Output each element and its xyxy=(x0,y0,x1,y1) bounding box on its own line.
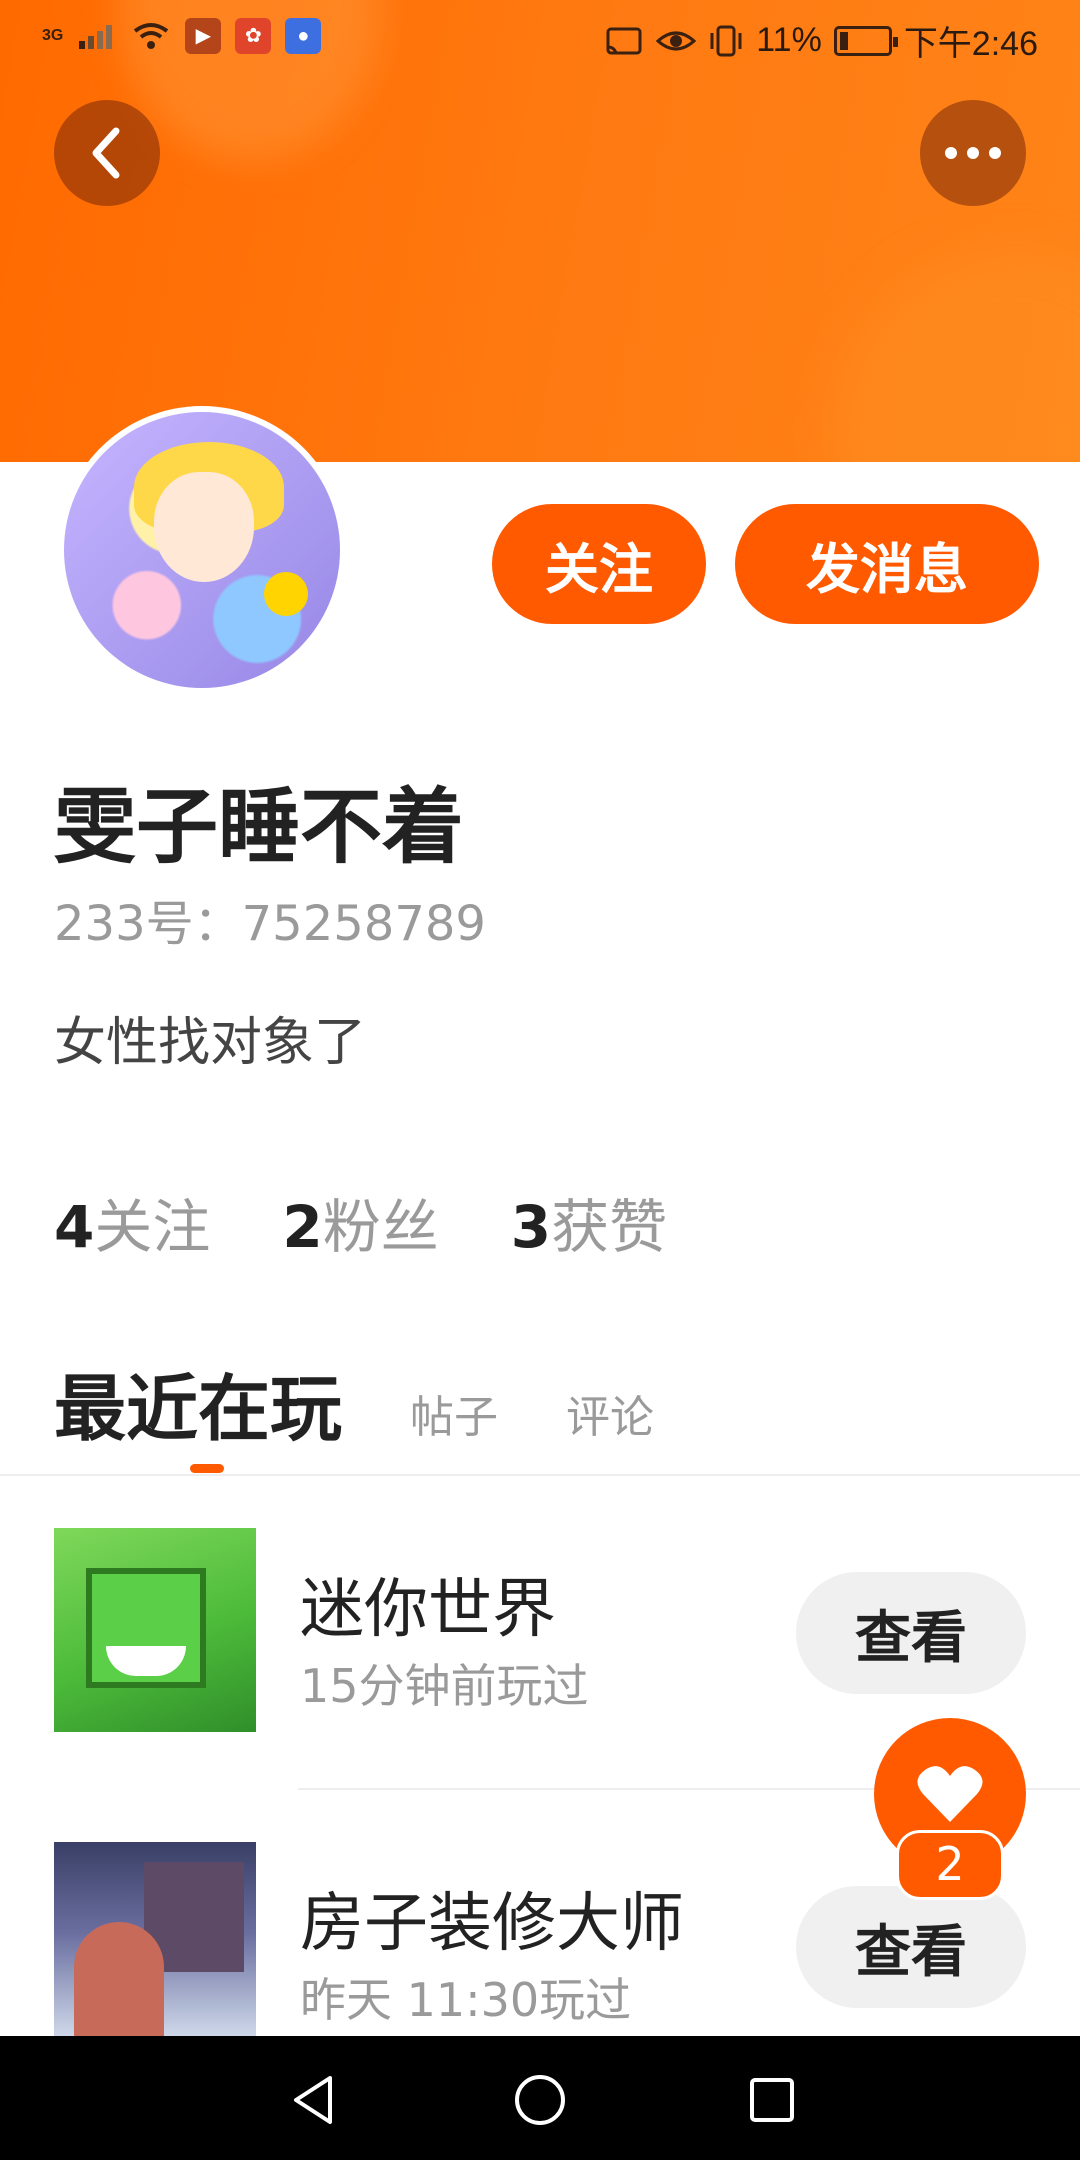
profile-uid: 233号：75258789 xyxy=(54,896,486,952)
tab-posts[interactable]: 帖子 xyxy=(410,1381,498,1445)
stat-following[interactable]: 4关注 xyxy=(54,1180,210,1264)
nav-home-icon[interactable] xyxy=(512,2072,568,2128)
stat-likes[interactable]: 3获赞 xyxy=(511,1180,667,1264)
avatar[interactable] xyxy=(58,406,346,694)
chevron-left-icon xyxy=(92,127,120,179)
status-bar: 3G ▶ ✿ ● 11% 下午2:46 xyxy=(0,0,1080,72)
view-game-button[interactable]: 查看 xyxy=(796,1572,1026,1694)
wifi-icon xyxy=(134,23,169,49)
stat-following-count: 4 xyxy=(54,1193,95,1261)
tab-indicator xyxy=(190,1464,224,1473)
more-options-button[interactable] xyxy=(920,100,1026,206)
game-last-played: 昨天 11:30玩过 xyxy=(300,1973,632,2027)
stat-fans-count: 2 xyxy=(282,1193,323,1261)
battery-icon xyxy=(833,25,898,56)
signal-icon xyxy=(79,25,113,49)
tabs-divider xyxy=(0,1474,1080,1476)
nav-recents-icon[interactable] xyxy=(744,2072,800,2128)
like-count-badge: 2 xyxy=(896,1830,1004,1900)
app-notification-icon-2: ✿ xyxy=(235,18,272,54)
stat-likes-label: 获赞 xyxy=(551,1193,668,1261)
vibrate-icon xyxy=(710,25,742,56)
cast-icon xyxy=(606,27,642,54)
back-button[interactable] xyxy=(54,100,160,206)
heart-icon xyxy=(917,1766,983,1822)
view-game-button[interactable]: 查看 xyxy=(796,1886,1026,2008)
profile-name: 雯子睡不着 xyxy=(54,780,465,875)
network-indicator: 3G xyxy=(42,27,64,44)
battery-percent: 11% xyxy=(756,21,822,59)
system-nav-bar xyxy=(0,2036,1080,2160)
game-thumbnail[interactable] xyxy=(54,1528,256,1732)
stat-fans[interactable]: 2粉丝 xyxy=(282,1180,438,1264)
more-dots-icon xyxy=(945,147,1001,159)
stat-fans-label: 粉丝 xyxy=(322,1193,439,1261)
profile-bio: 女性找对象了 xyxy=(54,1013,367,1073)
app-notification-icon: ▶ xyxy=(185,18,222,54)
clock: 下午2:46 xyxy=(903,25,1038,63)
game-last-played: 15分钟前玩过 xyxy=(300,1659,589,1713)
send-message-button[interactable]: 发消息 xyxy=(735,504,1039,624)
game-title: 迷你世界 xyxy=(300,1573,556,1647)
stat-following-label: 关注 xyxy=(94,1193,211,1261)
game-thumbnail[interactable] xyxy=(54,1842,256,2046)
profile-tabs: 最近在玩 帖子 评论 xyxy=(54,1350,654,1455)
baidu-icon: ● xyxy=(285,18,322,54)
tab-comments[interactable]: 评论 xyxy=(566,1381,654,1445)
nav-back-icon[interactable] xyxy=(286,2072,342,2128)
profile-stats: 4关注 2粉丝 3获赞 xyxy=(54,1180,667,1264)
tab-recently-played[interactable]: 最近在玩 xyxy=(54,1350,342,1455)
eye-icon xyxy=(656,31,697,50)
game-title: 房子装修大师 xyxy=(300,1887,684,1961)
follow-button[interactable]: 关注 xyxy=(492,504,706,624)
stat-likes-count: 3 xyxy=(510,1193,552,1261)
avatar-image xyxy=(64,412,340,688)
